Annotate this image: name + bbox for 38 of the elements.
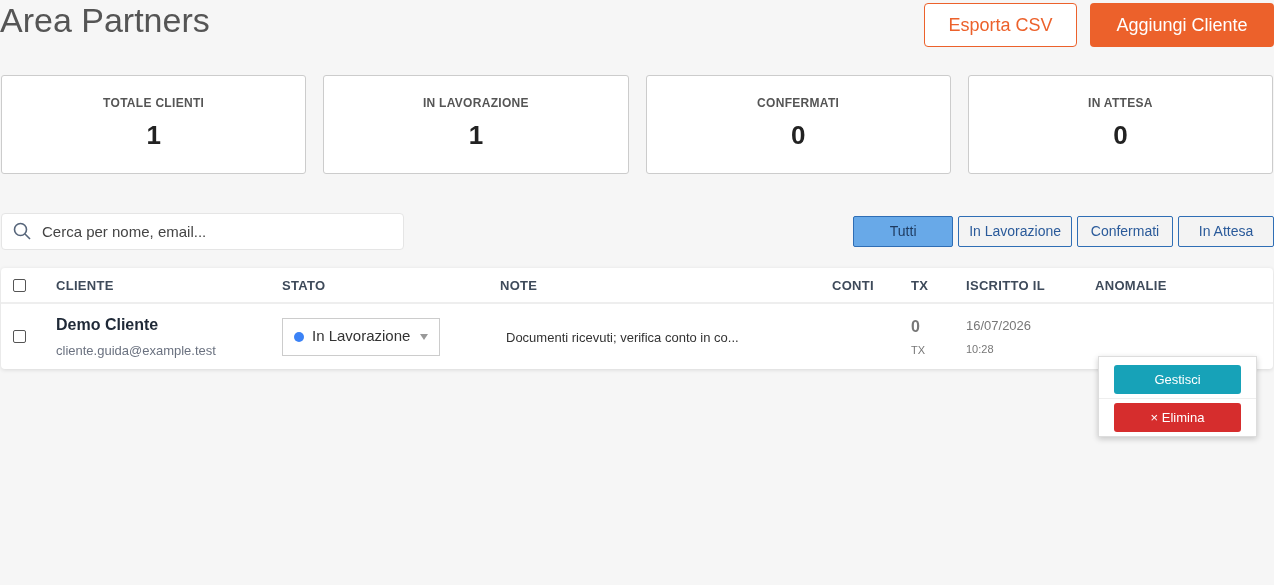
stat-value: 1 <box>468 119 484 152</box>
checkbox[interactable] <box>13 278 26 292</box>
column-header: CLIENTE <box>56 278 114 293</box>
page-title: Area Partners <box>0 0 210 40</box>
stat-label: IN LAVORAZIONE <box>422 95 529 112</box>
column-header: ISCRITTO IL <box>966 278 1045 293</box>
search-field[interactable]: Cerca per nome, email... <box>1 213 404 250</box>
dropdown-caret-icon <box>420 333 428 340</box>
export-button[interactable]: Esporta CSV <box>924 3 1077 47</box>
filter-tab[interactable]: In Attesa <box>1178 216 1274 247</box>
column-header: CONTI <box>832 278 874 293</box>
manage-button[interactable]: Gestisci <box>1114 365 1241 394</box>
client-email: cliente.guida@example.test <box>56 341 217 360</box>
checkbox[interactable] <box>13 330 26 343</box>
signup-time: 10:28 <box>966 341 995 357</box>
tx-unit: TX <box>911 342 927 358</box>
stat-label: CONFERMATI <box>757 95 840 112</box>
filter-tab[interactable]: Confermati <box>1077 216 1173 247</box>
stat-value: 1 <box>146 119 161 152</box>
status-select[interactable]: In Lavorazione <box>282 317 440 356</box>
delete-button[interactable]: × Elimina <box>1114 403 1241 432</box>
stat-value: 0 <box>1113 119 1128 152</box>
note-text: Documenti ricevuti; verifica conto in co... <box>506 329 739 345</box>
add-client-button[interactable]: Aggiungi Cliente <box>1090 3 1274 47</box>
filter-tab[interactable]: Tutti <box>853 216 954 247</box>
column-header: STATO <box>282 278 326 293</box>
search-icon <box>13 222 31 240</box>
column-header: NOTE <box>500 278 538 293</box>
signup-date: 16/07/2026 <box>966 317 1033 335</box>
stat-label: IN ATTESA <box>1088 95 1153 112</box>
tx-count: 0 <box>911 316 921 337</box>
status-label: In Lavorazione <box>312 326 411 347</box>
stat-label: TOTALE CLIENTI <box>103 95 205 112</box>
column-header: ANOMALIE <box>1095 278 1167 293</box>
stat-value: 0 <box>790 119 806 152</box>
client-name: Demo Cliente <box>56 314 160 335</box>
column-header: TX <box>911 278 929 293</box>
filter-tab[interactable]: In Lavorazione <box>958 216 1072 247</box>
